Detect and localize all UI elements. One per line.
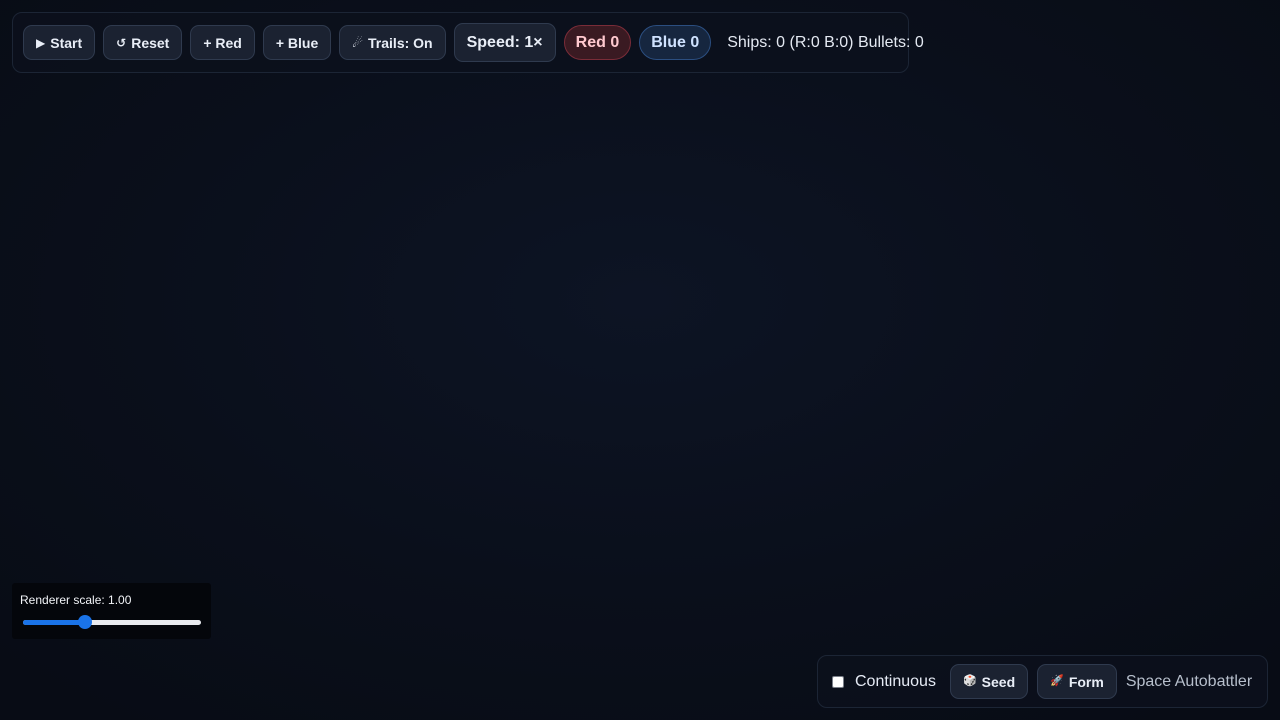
continuous-toggle[interactable]: Continuous bbox=[832, 673, 936, 691]
seed-label: Seed bbox=[981, 673, 1016, 690]
trails-toggle-button[interactable]: ☄ Trails: On bbox=[339, 25, 446, 60]
seed-button[interactable]: 🎲 Seed bbox=[949, 664, 1029, 699]
stats-readout: Ships: 0 (R:0 B:0) Bullets: 0 bbox=[727, 33, 924, 51]
blue-score-badge: Blue 0 bbox=[639, 25, 712, 60]
top-toolbar: ▶ Start ↺ Reset + Red + Blue ☄ Trails: O… bbox=[12, 12, 924, 73]
reset-button[interactable]: ↺ Reset bbox=[103, 25, 183, 60]
slider-fill bbox=[23, 620, 85, 625]
continuous-label: Continuous bbox=[855, 672, 936, 690]
renderer-scale-slider[interactable] bbox=[20, 615, 201, 629]
comet-icon: ☄ bbox=[352, 35, 364, 50]
renderer-scale-panel: Renderer scale: 1.00 bbox=[12, 583, 211, 639]
slider-thumb[interactable] bbox=[78, 615, 92, 629]
speed-label: Speed: 1× bbox=[466, 33, 543, 51]
red-score-text: Red 0 bbox=[575, 33, 620, 51]
play-icon: ▶ bbox=[36, 35, 46, 50]
add-red-button[interactable]: + Red bbox=[190, 25, 255, 60]
renderer-scale-label: Renderer scale: 1.00 bbox=[20, 593, 132, 607]
add-blue-button[interactable]: + Blue bbox=[262, 25, 332, 60]
app-title: Space Autobattler bbox=[1125, 672, 1253, 690]
continuous-checkbox[interactable] bbox=[832, 675, 844, 688]
add-blue-label: + Blue bbox=[275, 34, 319, 51]
trails-label: Trails: On bbox=[368, 34, 433, 51]
form-button[interactable]: 🚀 Form bbox=[1037, 664, 1117, 699]
dice-icon: 🎲 bbox=[962, 675, 977, 687]
start-button[interactable]: ▶ Start bbox=[23, 25, 96, 60]
red-score-badge: Red 0 bbox=[563, 25, 632, 60]
reset-label: Reset bbox=[131, 34, 170, 51]
blue-score-text: Blue 0 bbox=[651, 33, 700, 51]
add-red-label: + Red bbox=[203, 34, 242, 51]
start-label: Start bbox=[50, 34, 83, 51]
speed-button[interactable]: Speed: 1× bbox=[453, 23, 556, 62]
reset-icon: ↺ bbox=[116, 35, 127, 50]
rocket-icon: 🚀 bbox=[1050, 675, 1064, 687]
form-label: Form bbox=[1068, 673, 1104, 690]
bottom-controls: Continuous 🎲 Seed 🚀 Form Space Autobattl… bbox=[817, 655, 1268, 708]
